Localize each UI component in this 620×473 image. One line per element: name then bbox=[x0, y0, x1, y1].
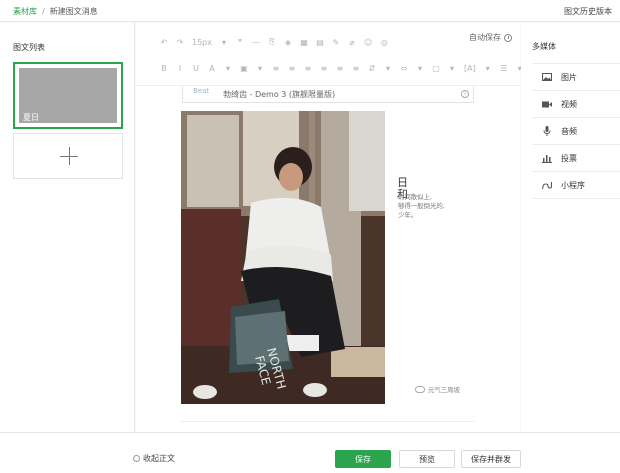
plus-icon-vertical bbox=[69, 147, 70, 165]
toolbar-tool-icon[interactable]: ↷ bbox=[176, 37, 184, 47]
breadcrumb-current-page: 新建图文消息 bbox=[49, 7, 98, 16]
toolbar-tool-icon[interactable]: ☰ bbox=[500, 63, 508, 73]
collapse-body-toggle[interactable]: 收起正文 bbox=[133, 453, 175, 464]
toolbar-tool-icon[interactable]: ☺ bbox=[364, 37, 372, 47]
toolbar-tool-icon[interactable]: ≡ bbox=[288, 63, 296, 73]
wechat-icon bbox=[415, 386, 425, 393]
mini-program-icon bbox=[542, 181, 552, 190]
save-and-publish-button[interactable]: 保存并群发 bbox=[461, 450, 521, 468]
article-body[interactable]: NORTH FACE 日和 时间散似上, 够得一般倒光的, 少年。 元气三周坡 bbox=[181, 111, 474, 404]
microphone-icon bbox=[542, 126, 552, 136]
toolbar-tool-icon[interactable]: ▾ bbox=[416, 63, 424, 73]
media-item-mini-program[interactable]: 小程序 bbox=[532, 172, 620, 199]
toolbar-tool-icon[interactable]: ▢ bbox=[432, 63, 440, 73]
toolbar-tool-icon[interactable]: ⇵ bbox=[368, 63, 376, 73]
autosave-indicator[interactable]: 自动保存 bbox=[469, 32, 512, 43]
multimedia-panel: 多媒体 图片 视频 音频 投票 小程序 bbox=[521, 23, 620, 432]
toolbar-tool-icon[interactable]: ≡ bbox=[352, 63, 360, 73]
toolbar-row-2: BIUA▾▣▾≡≡≡≡≡≡⇵▾⇔▾▢▾[A]▾☰▾☷▾ bbox=[160, 62, 556, 74]
editor-bottom-divider bbox=[181, 421, 474, 422]
account-logo-icon: Beat bbox=[193, 87, 210, 95]
editor-area: ↶ ↷ 15px ▾ ❞ — ⎘ ◈ ▦ ▤ ✎ ⌀ ☺ ◎ B I U A ▾ ▣ ▾ ≡ ≡ ≡ ≡ ≡ ≡ ⇵ ▾ ⇔ ▾ ▢ ▾ [A]… bbox=[136, 23, 554, 432]
media-item-audio[interactable]: 音频 bbox=[532, 118, 620, 145]
toolbar-tool-icon[interactable]: I bbox=[176, 63, 184, 73]
toolbar-tool-icon[interactable]: A bbox=[208, 63, 216, 73]
collapse-icon bbox=[133, 455, 140, 462]
toolbar-tool-icon[interactable]: ▣ bbox=[240, 63, 248, 73]
article-cover-photo[interactable]: NORTH FACE bbox=[181, 111, 385, 404]
toolbar-tool-icon[interactable]: ▤ bbox=[316, 37, 324, 47]
media-item-image[interactable]: 图片 bbox=[532, 64, 620, 91]
preview-button[interactable]: 预览 bbox=[399, 450, 455, 468]
toolbar-tool-icon[interactable]: ⇔ bbox=[400, 63, 408, 73]
media-item-label: 图片 bbox=[561, 72, 577, 82]
toolbar-tool-icon[interactable]: B bbox=[160, 63, 168, 73]
source-account-name: 勃绮齿 - Demo 3 (旗舰限量版) bbox=[223, 90, 336, 99]
add-article-button[interactable] bbox=[13, 133, 123, 179]
clock-icon bbox=[504, 33, 512, 42]
video-icon bbox=[542, 100, 552, 109]
article-side-poem: 时间散似上, 够得一般倒光的, 少年。 bbox=[398, 193, 445, 219]
toolbar-tool-icon[interactable]: ≡ bbox=[320, 63, 328, 73]
toolbar-tool-icon[interactable]: ❞ bbox=[236, 37, 244, 47]
toolbar-tool-icon[interactable]: 15px bbox=[192, 37, 212, 47]
toolbar-tool-icon[interactable]: ≡ bbox=[304, 63, 312, 73]
article-card-selected[interactable]: 夏日 bbox=[13, 62, 123, 129]
breadcrumb: 素材库 / 新建图文消息 bbox=[13, 6, 98, 17]
toolbar-tool-icon[interactable]: ▾ bbox=[256, 63, 264, 73]
media-item-vote[interactable]: 投票 bbox=[532, 145, 620, 172]
toolbar-tool-icon[interactable]: ▾ bbox=[448, 63, 456, 73]
toolbar-row-1: ↶ ↷ 15px ▾ ❞ — ⎘ ◈ ▦ ▤ ✎ ⌀ ☺ ◎ bbox=[160, 36, 388, 48]
collapse-label: 收起正文 bbox=[143, 454, 175, 463]
multimedia-list: 图片 视频 音频 投票 小程序 bbox=[532, 63, 620, 199]
article-thumbnail-title: 夏日 bbox=[23, 113, 39, 122]
source-account-bar[interactable]: Beat 勃绮齿 - Demo 3 (旗舰限量版) i bbox=[182, 86, 474, 103]
breadcrumb-separator: / bbox=[42, 7, 45, 16]
media-item-label: 投票 bbox=[561, 153, 577, 163]
breadcrumb-material-library[interactable]: 素材库 bbox=[13, 7, 37, 16]
top-bar: 素材库 / 新建图文消息 图文历史版本 bbox=[0, 0, 620, 22]
toolbar-tool-icon[interactable]: ◎ bbox=[380, 37, 388, 47]
media-item-label: 小程序 bbox=[561, 180, 585, 190]
footer-bar: 收起正文 保存 预览 保存并群发 bbox=[0, 432, 620, 473]
train-boy-photo-illustration: NORTH FACE bbox=[181, 111, 385, 404]
toolbar-tool-icon[interactable]: ▾ bbox=[384, 63, 392, 73]
info-icon[interactable]: i bbox=[461, 90, 469, 98]
toolbar-tool-icon[interactable]: ▾ bbox=[484, 63, 492, 73]
image-icon bbox=[542, 73, 552, 82]
article-list-title: 图文列表 bbox=[13, 43, 45, 52]
history-versions-link[interactable]: 图文历史版本 bbox=[564, 6, 612, 17]
toolbar-tool-icon[interactable]: ✎ bbox=[332, 37, 340, 47]
toolbar-tool-icon[interactable]: ⎘ bbox=[268, 37, 276, 47]
watermark-text: 元气三周坡 bbox=[428, 386, 460, 394]
toolbar-tool-icon[interactable]: ▦ bbox=[300, 37, 308, 47]
toolbar-tool-icon[interactable]: U bbox=[192, 63, 200, 73]
media-item-label: 视频 bbox=[561, 99, 577, 109]
save-button[interactable]: 保存 bbox=[335, 450, 391, 468]
toolbar-tool-icon[interactable]: ▾ bbox=[220, 37, 228, 47]
toolbar-tool-icon[interactable]: ⌀ bbox=[348, 37, 356, 47]
autosave-label: 自动保存 bbox=[469, 33, 501, 42]
media-item-video[interactable]: 视频 bbox=[532, 91, 620, 118]
toolbar-tool-icon[interactable]: ≡ bbox=[336, 63, 344, 73]
toolbar-tool-icon[interactable]: ≡ bbox=[272, 63, 280, 73]
toolbar-tool-icon[interactable]: [A] bbox=[464, 63, 476, 73]
toolbar-tool-icon[interactable]: ↶ bbox=[160, 37, 168, 47]
article-list-panel: 图文列表 夏日 bbox=[0, 23, 135, 432]
multimedia-title: 多媒体 bbox=[532, 42, 556, 51]
wechat-watermark: 元气三周坡 bbox=[415, 385, 460, 394]
toolbar-tool-icon[interactable]: ◈ bbox=[284, 37, 292, 47]
toolbar-tool-icon[interactable]: ▾ bbox=[224, 63, 232, 73]
bar-chart-icon bbox=[542, 154, 552, 163]
toolbar-tool-icon[interactable]: — bbox=[252, 37, 260, 47]
media-item-label: 音频 bbox=[561, 126, 577, 136]
